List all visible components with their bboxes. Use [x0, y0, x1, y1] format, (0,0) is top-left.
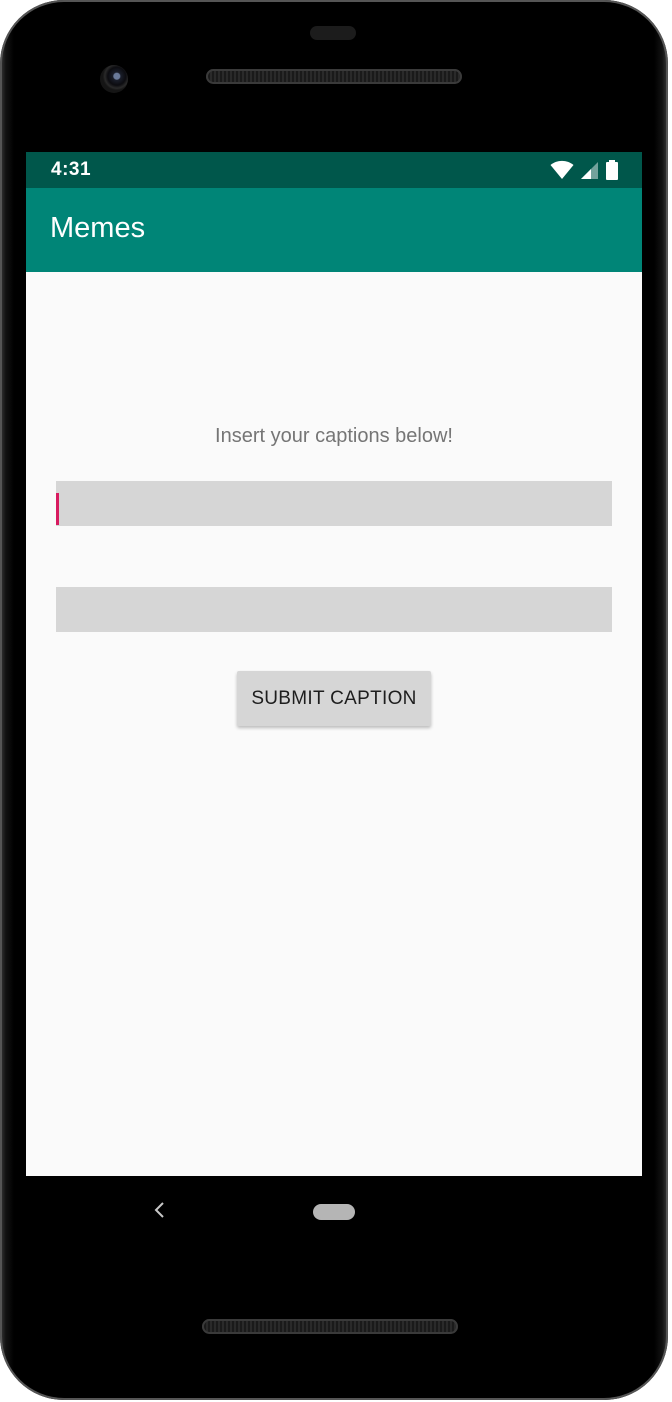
status-icons [550, 160, 620, 180]
top-caption-input[interactable] [56, 481, 612, 526]
app-screen: 4:31 Memes Insert your captions below! S… [26, 152, 642, 1176]
top-speaker-grille [206, 69, 462, 84]
bottom-speaker-grille [202, 1319, 458, 1334]
navigation-bar [26, 1176, 642, 1248]
top-sensor [310, 26, 356, 40]
front-camera-icon [100, 65, 128, 93]
home-pill-icon[interactable] [313, 1204, 355, 1220]
bottom-caption-input[interactable] [56, 587, 612, 632]
battery-icon [606, 160, 618, 180]
phone-frame: 4:31 Memes Insert your captions below! S… [0, 0, 668, 1400]
text-cursor [56, 493, 59, 525]
cell-signal-icon [580, 162, 598, 179]
status-time: 4:31 [51, 159, 92, 180]
submit-caption-button[interactable]: SUBMIT CAPTION [237, 671, 431, 726]
app-title: Memes [50, 212, 146, 244]
instructions-text: Insert your captions below! [215, 425, 453, 447]
app-bar: Memes [26, 188, 642, 272]
back-icon[interactable] [146, 1196, 174, 1224]
wifi-icon [550, 160, 574, 179]
status-bar: 4:31 [26, 152, 642, 188]
